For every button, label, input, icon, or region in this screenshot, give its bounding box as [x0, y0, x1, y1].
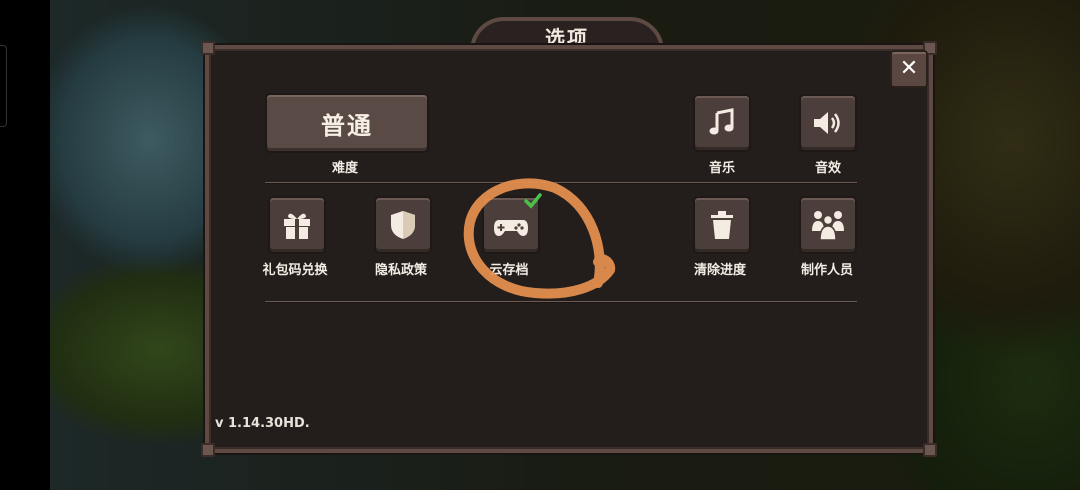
music-toggle-button[interactable] [693, 94, 751, 152]
music-label: 音乐 [708, 161, 735, 176]
frame-rivet [201, 443, 215, 457]
trash-icon [711, 211, 733, 239]
cloud-save-label: 云存档 [489, 263, 529, 278]
people-icon [812, 211, 844, 241]
divider [265, 301, 857, 302]
side-handle[interactable] [0, 45, 7, 127]
sfx-label: 音效 [814, 161, 841, 176]
frame-rivet [201, 41, 215, 55]
version-text: v 1.14.30HD. [215, 416, 310, 431]
difficulty-button[interactable]: 普通 [265, 93, 429, 153]
shield-icon [391, 211, 415, 239]
difficulty-caption: 难度 [331, 161, 358, 176]
divider [265, 182, 857, 183]
privacy-policy-button[interactable] [374, 196, 432, 254]
privacy-label: 隐私政策 [374, 263, 427, 278]
screen-bezel [0, 0, 50, 490]
gift-code-button[interactable] [268, 196, 326, 254]
sfx-toggle-button[interactable] [799, 94, 857, 152]
music-note-icon [709, 108, 734, 135]
close-icon: ✕ [899, 56, 919, 81]
clear-progress-label: 清除进度 [693, 263, 746, 278]
credits-button[interactable] [799, 196, 857, 254]
clear-progress-button[interactable] [693, 196, 751, 254]
gamepad-icon [494, 220, 528, 236]
gift-code-label: 礼包码兑换 [262, 263, 328, 278]
credits-label: 制作人员 [800, 263, 853, 278]
gift-icon [284, 213, 310, 239]
close-button[interactable]: ✕ [890, 50, 928, 88]
speaker-icon [814, 112, 840, 134]
checkmark-icon [524, 193, 542, 209]
frame-rivet [923, 443, 937, 457]
cloud-save-button[interactable] [482, 193, 542, 254]
